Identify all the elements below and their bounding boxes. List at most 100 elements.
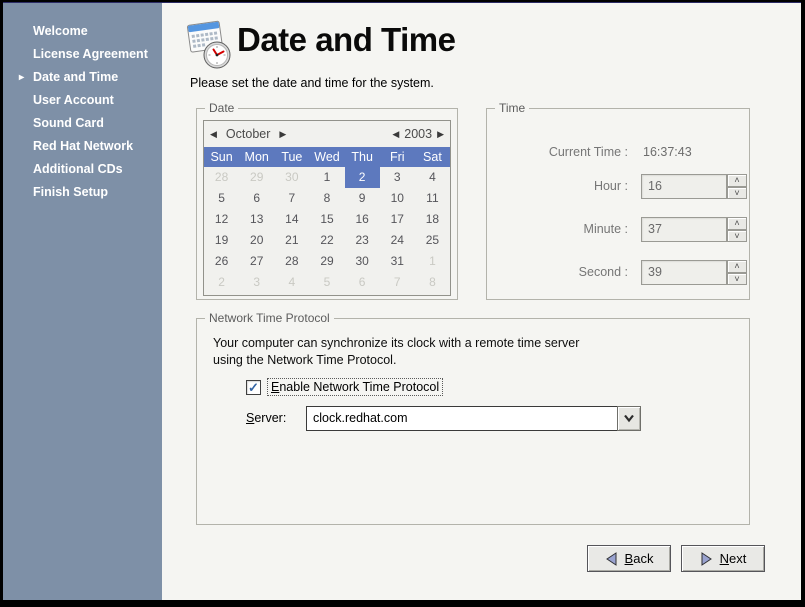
minute-spin-up-icon[interactable]: ˄ <box>727 217 747 230</box>
calendar-day[interactable]: 18 <box>415 209 450 230</box>
calendar-day[interactable]: 3 <box>380 167 415 188</box>
server-input[interactable]: clock.redhat.com <box>306 406 617 431</box>
calendar-day[interactable]: 6 <box>239 188 274 209</box>
calendar-day[interactable]: 1 <box>309 167 344 188</box>
second-label: Second : <box>498 260 628 285</box>
second-spin-down-icon[interactable]: ˅ <box>727 273 747 286</box>
calendar-day[interactable]: 10 <box>380 188 415 209</box>
back-button[interactable]: Back <box>587 545 671 572</box>
server-combobox: clock.redhat.com <box>306 406 641 431</box>
time-group: Time Current Time : 16:37:43 Hour : 16 ˄… <box>486 108 750 300</box>
year-navigation: ◀ 2003 ▶ <box>392 127 444 141</box>
calendar-day[interactable]: 11 <box>415 188 450 209</box>
page-title: Date and Time <box>237 21 455 59</box>
sidebar-item-label: Date and Time <box>33 70 118 84</box>
previous-year-icon[interactable]: ◀ <box>392 130 399 139</box>
calendar-day[interactable]: 7 <box>274 188 309 209</box>
next-month-icon[interactable]: ▶ <box>279 130 286 139</box>
next-button[interactable]: Next <box>681 545 765 572</box>
setup-wizard-window: Welcome License Agreement ▸ Date and Tim… <box>3 3 801 600</box>
second-field[interactable]: 39 <box>641 260 727 285</box>
hour-spin-down-icon[interactable]: ˅ <box>727 187 747 200</box>
minute-label: Minute : <box>498 217 628 242</box>
calendar-day[interactable]: 14 <box>274 209 309 230</box>
ntp-group: Network Time Protocol Your computer can … <box>196 318 750 525</box>
calendar-day[interactable]: 12 <box>204 209 239 230</box>
server-label: Server: <box>246 406 286 431</box>
enable-ntp-label[interactable]: Enable Network Time Protocol <box>267 378 443 396</box>
calendar-day-grid: 2829301234567891011121314151617181920212… <box>204 167 450 293</box>
calendar-day[interactable]: 16 <box>345 209 380 230</box>
next-arrow-icon <box>700 552 713 566</box>
next-button-label: Next <box>720 551 747 566</box>
calendar-day[interactable]: 13 <box>239 209 274 230</box>
calendar-day[interactable]: 29 <box>309 251 344 272</box>
calendar-day[interactable]: 6 <box>345 272 380 293</box>
calendar-clock-icon <box>184 15 234 71</box>
enable-ntp-checkbox[interactable]: ✓ <box>246 380 261 395</box>
calendar-day[interactable]: 28 <box>204 167 239 188</box>
calendar-day[interactable]: 26 <box>204 251 239 272</box>
hour-spin-up-icon[interactable]: ˄ <box>727 174 747 187</box>
enable-ntp-row: ✓ Enable Network Time Protocol <box>246 378 443 396</box>
sidebar-item[interactable]: Sound Card <box>3 112 162 135</box>
hour-stepper: ˄ ˅ <box>727 174 747 199</box>
calendar-day[interactable]: 30 <box>345 251 380 272</box>
calendar-day[interactable]: 2 <box>204 272 239 293</box>
calendar-day[interactable]: 1 <box>415 251 450 272</box>
calendar-day[interactable]: 20 <box>239 230 274 251</box>
calendar-day[interactable]: 24 <box>380 230 415 251</box>
ntp-description-line1: Your computer can synchronize its clock … <box>213 335 579 352</box>
calendar-day[interactable]: 2 <box>345 167 380 188</box>
calendar-day[interactable]: 29 <box>239 167 274 188</box>
calendar-day[interactable]: 8 <box>309 188 344 209</box>
next-year-icon[interactable]: ▶ <box>437 130 444 139</box>
calendar-day[interactable]: 9 <box>345 188 380 209</box>
calendar-weekday-header: Wed <box>309 147 344 167</box>
calendar-header: ◀ October ▶ ◀ 2003 ▶ <box>204 121 450 147</box>
calendar-day[interactable]: 22 <box>309 230 344 251</box>
minute-field[interactable]: 37 <box>641 217 727 242</box>
calendar-day[interactable]: 4 <box>415 167 450 188</box>
sidebar-item-label: Welcome <box>33 24 88 38</box>
server-dropdown-button[interactable] <box>617 406 641 431</box>
month-navigation: ◀ October ▶ <box>210 127 286 141</box>
second-spin-up-icon[interactable]: ˄ <box>727 260 747 273</box>
calendar-day[interactable]: 15 <box>309 209 344 230</box>
calendar-weekday-header: Tue <box>274 147 309 167</box>
ntp-group-label: Network Time Protocol <box>205 311 334 325</box>
ntp-description: Your computer can synchronize its clock … <box>213 335 579 368</box>
hour-field[interactable]: 16 <box>641 174 727 199</box>
calendar-widget: ◀ October ▶ ◀ 2003 ▶ SunMonTueWedThuFriS… <box>203 120 451 296</box>
minute-spin-down-icon[interactable]: ˅ <box>727 230 747 243</box>
calendar-day[interactable]: 19 <box>204 230 239 251</box>
previous-month-icon[interactable]: ◀ <box>210 130 217 139</box>
sidebar-item[interactable]: Finish Setup <box>3 181 162 204</box>
calendar-day[interactable]: 21 <box>274 230 309 251</box>
sidebar-item[interactable]: ▸ Date and Time <box>3 66 162 89</box>
calendar-weekday-header: Mon <box>239 147 274 167</box>
checkmark-icon: ✓ <box>248 380 259 395</box>
sidebar-item[interactable]: License Agreement <box>3 43 162 66</box>
calendar-day[interactable]: 31 <box>380 251 415 272</box>
sidebar-item-label: Red Hat Network <box>33 139 133 153</box>
calendar-day[interactable]: 8 <box>415 272 450 293</box>
sidebar-item[interactable]: User Account <box>3 89 162 112</box>
calendar-day[interactable]: 17 <box>380 209 415 230</box>
sidebar-item[interactable]: Red Hat Network <box>3 135 162 158</box>
wizard-steps-sidebar: Welcome License Agreement ▸ Date and Tim… <box>3 3 162 600</box>
sidebar-item[interactable]: Additional CDs <box>3 158 162 181</box>
calendar-day[interactable]: 4 <box>274 272 309 293</box>
calendar-day[interactable]: 5 <box>204 188 239 209</box>
calendar-weekday-header: Fri <box>380 147 415 167</box>
sidebar-item-label: Sound Card <box>33 116 104 130</box>
calendar-day[interactable]: 3 <box>239 272 274 293</box>
calendar-day[interactable]: 5 <box>309 272 344 293</box>
calendar-day[interactable]: 28 <box>274 251 309 272</box>
sidebar-item[interactable]: Welcome <box>3 20 162 43</box>
calendar-day[interactable]: 25 <box>415 230 450 251</box>
calendar-day[interactable]: 23 <box>345 230 380 251</box>
calendar-day[interactable]: 27 <box>239 251 274 272</box>
calendar-day[interactable]: 30 <box>274 167 309 188</box>
calendar-day[interactable]: 7 <box>380 272 415 293</box>
